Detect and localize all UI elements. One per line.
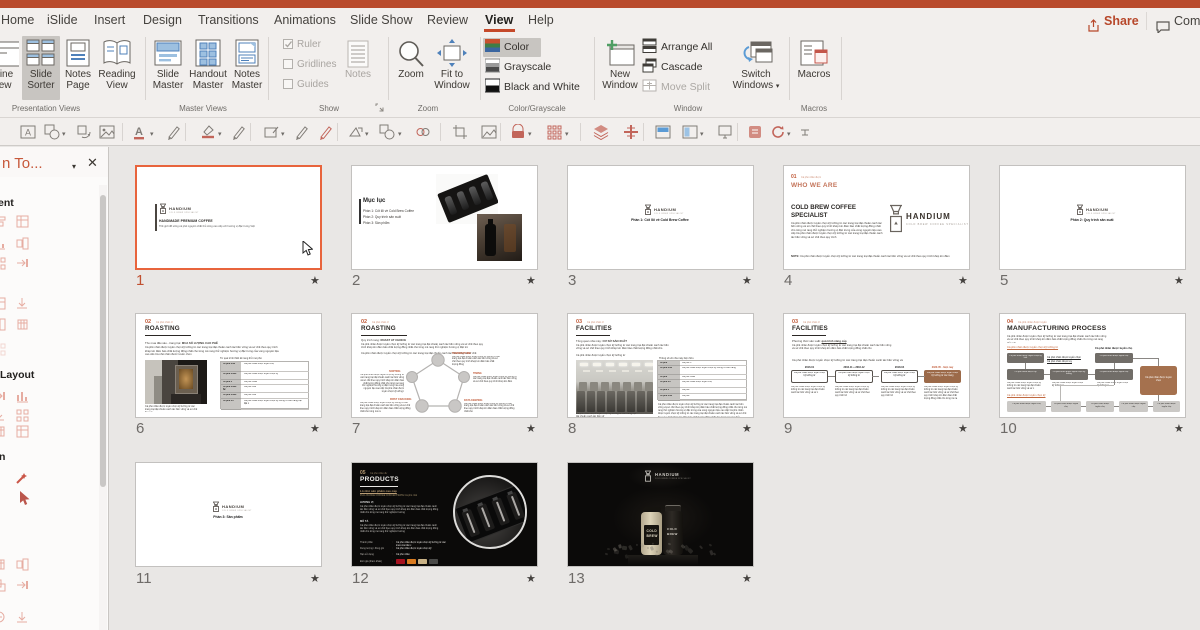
svg-text:A: A [25,128,31,138]
svg-text:A: A [135,126,143,138]
